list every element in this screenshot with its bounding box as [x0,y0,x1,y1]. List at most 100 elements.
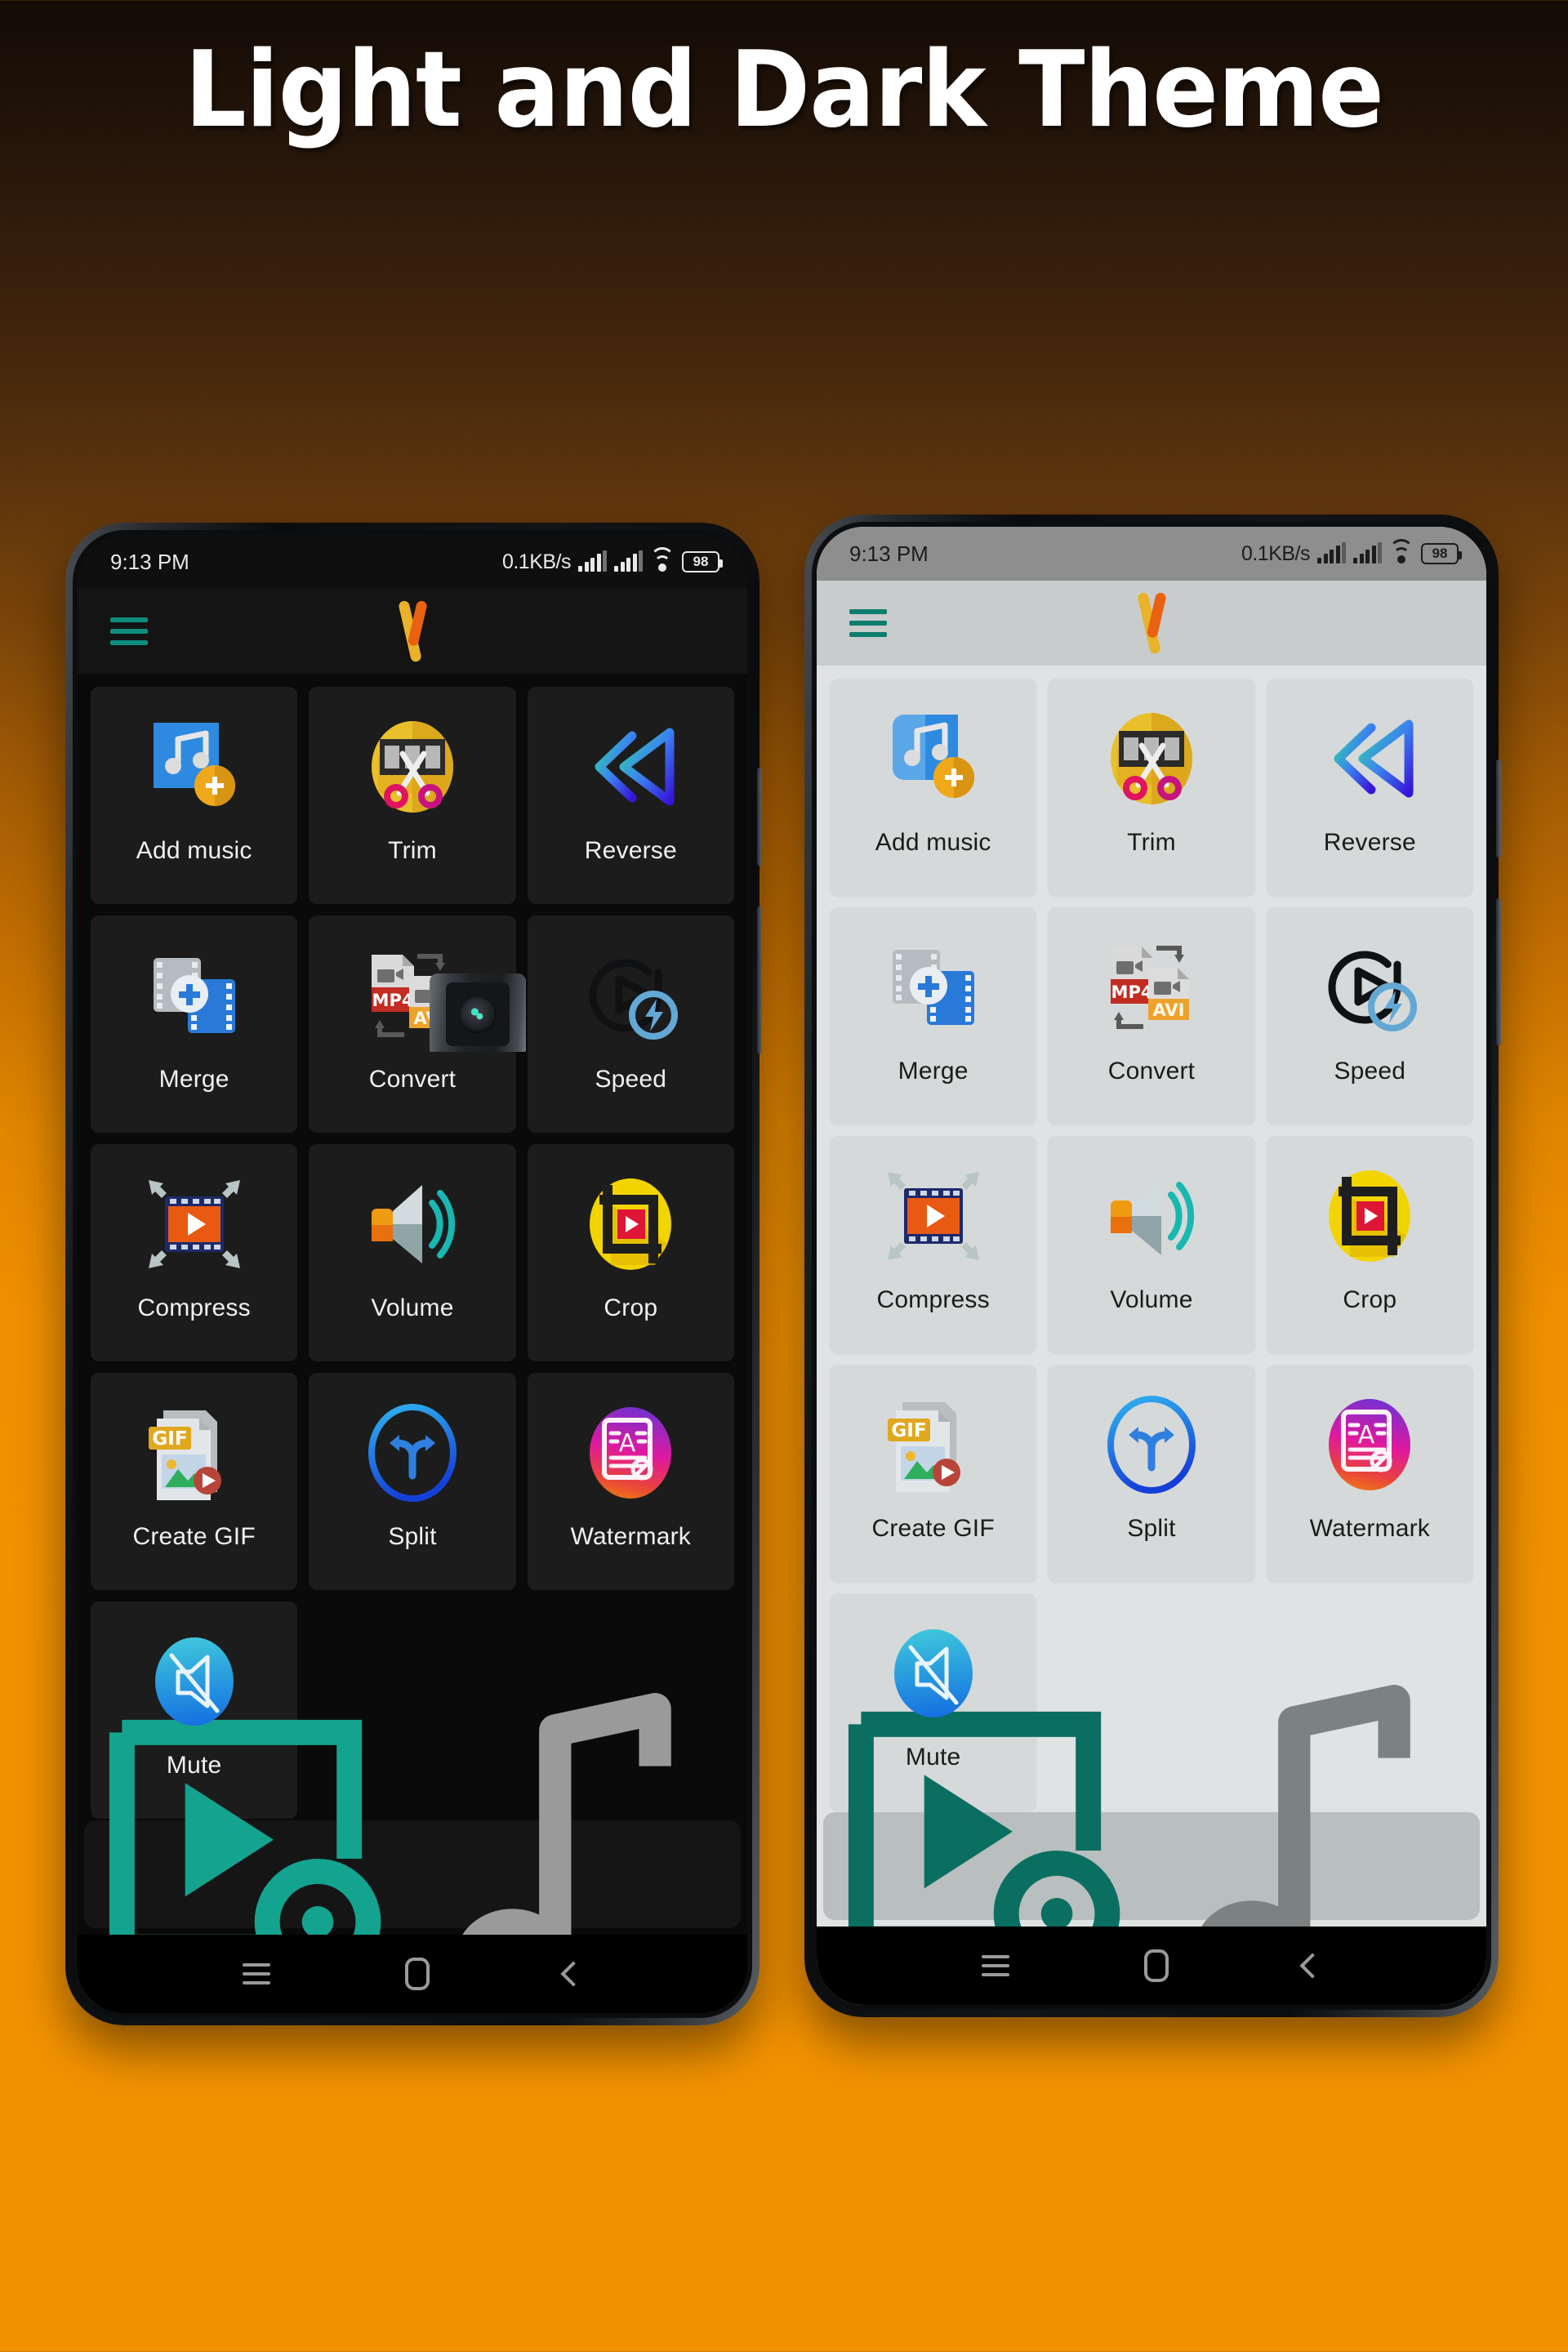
compress-icon [881,1164,986,1268]
page-title: Light and Dark Theme [184,29,1384,151]
volume-button[interactable] [757,906,762,1054]
tile-volume[interactable]: Volume [1048,1136,1255,1353]
tile-reverse[interactable]: Reverse [1266,679,1473,896]
split-icon [1099,1392,1204,1497]
reverse-icon [578,715,683,819]
tile-label: Watermark [1309,1515,1430,1542]
reverse-icon [1317,706,1422,811]
tile-watermark[interactable]: A Watermark [1266,1365,1473,1582]
status-bar: 9:13 PM 0.1KB/s 98 [817,527,1486,581]
tile-label: Reverse [584,837,677,864]
tile-crop[interactable]: Crop [527,1144,734,1361]
tools-grid: Add music [78,687,747,1819]
tile-label: Add music [136,837,252,864]
tile-watermark[interactable]: A Watermark [527,1373,734,1590]
mute-icon [142,1629,247,1734]
phone-mockup-light: 9:13 PM 0.1KB/s 98 Add music Trim Revers… [804,514,1501,2017]
app-screen-light: 9:13 PM 0.1KB/s 98 Add music Trim Revers… [817,527,1486,2005]
tile-compress[interactable]: Compress [91,1144,298,1361]
tile-label: Create GIF [132,1523,256,1550]
app-logo-v-icon [383,598,442,665]
battery-level-text: 98 [693,554,709,569]
tile-label: Speed [595,1066,667,1093]
volume-icon [360,1172,465,1276]
crop-icon [578,1172,683,1276]
recents-icon[interactable] [243,1963,271,1984]
network-speed-text: 0.1KB/s [501,550,572,573]
tools-grid-scroll[interactable]: Add music [817,666,1486,1812]
tile-label: Split [388,1523,437,1550]
tile-convert[interactable]: MP4 AVI [1048,907,1255,1125]
phone-mockup-dark: 9:13 PM 0.1KB/s 98 Add music Trim Revers… [65,523,762,2025]
merge-icon [142,943,247,1048]
volume-button[interactable] [1496,898,1501,1045]
crop-icon [1317,1164,1422,1268]
app-bar [78,589,747,674]
svg-text:A: A [1358,1421,1375,1450]
battery-level-text: 98 [1432,546,1448,561]
signal-bars-icon [578,550,607,572]
tile-compress[interactable]: Compress [830,1136,1037,1353]
tile-create-gif[interactable]: GIF Create GIF [91,1373,298,1590]
power-button[interactable] [1496,760,1501,858]
svg-text:GIF: GIF [152,1428,187,1450]
tile-speed[interactable]: Speed [1266,907,1473,1125]
split-icon [360,1401,465,1505]
tile-merge[interactable]: Merge [830,907,1037,1125]
watermark-icon: A [1317,1392,1422,1497]
bottom-navigation: Video Audio [84,1692,741,2009]
signal-bars-icon-2 [1353,542,1382,564]
status-time: 9:13 PM [849,541,929,566]
svg-text:A: A [619,1429,636,1458]
tile-label: Split [1127,1515,1176,1542]
tile-split[interactable]: Split [1048,1365,1255,1582]
status-time: 9:13 PM [110,549,189,574]
add-music-icon [881,706,986,811]
svg-text:MP4: MP4 [372,991,414,1010]
tools-grid-scroll[interactable]: Add music [78,674,747,1820]
tile-reverse[interactable]: Reverse [527,687,734,904]
status-bar: 9:13 PM 0.1KB/s 98 [78,535,747,589]
network-speed-text: 0.1KB/s [1241,541,1311,565]
recents-icon[interactable] [982,1955,1010,1976]
speed-icon [578,943,683,1048]
watermark-icon: A [578,1401,683,1505]
camera-glint [470,1006,486,1022]
hamburger-menu-icon[interactable] [110,617,148,645]
home-icon[interactable] [404,1958,430,1990]
hamburger-menu-icon[interactable] [849,609,887,637]
app-screen-dark: 9:13 PM 0.1KB/s 98 Add music Trim Revers… [78,535,747,2013]
bottom-navigation: Video Audio [823,1684,1480,2001]
tile-split[interactable]: Split [309,1373,516,1590]
back-icon[interactable] [560,1961,586,1987]
tile-merge[interactable]: Merge [91,915,298,1133]
svg-text:MP4: MP4 [1111,982,1153,1002]
app-bar [817,581,1486,666]
tile-label: Volume [371,1294,454,1321]
speed-icon [1317,935,1422,1040]
tile-speed[interactable]: Speed [527,915,734,1133]
home-icon[interactable] [1143,1949,1169,1982]
tile-trim[interactable]: Trim [1048,679,1255,896]
create-gif-icon: GIF [142,1401,247,1505]
back-icon[interactable] [1299,1953,1325,1979]
power-button[interactable] [757,768,762,866]
tile-label: Trim [1127,829,1176,856]
tile-trim[interactable]: Trim [309,687,516,904]
android-navigation-bar [817,1927,1486,2005]
tile-volume[interactable]: Volume [309,1144,516,1361]
tile-add-music[interactable]: Add music [830,679,1037,896]
battery-icon: 98 [682,551,723,572]
tile-crop[interactable]: Crop [1266,1136,1473,1353]
wifi-icon [1389,539,1414,564]
create-gif-icon: GIF [881,1392,986,1497]
tile-label: Add music [875,829,991,856]
tile-create-gif[interactable]: GIF Create GIF [830,1365,1037,1582]
tile-label: Merge [158,1066,229,1093]
tile-label: Convert [1107,1058,1196,1085]
tile-label: Reverse [1323,829,1416,856]
battery-icon: 98 [1421,543,1462,564]
tile-label: Volume [1110,1286,1193,1313]
tile-add-music[interactable]: Add music [91,687,298,904]
convert-mp4-avi-icon: MP4 AVI [1099,935,1204,1040]
